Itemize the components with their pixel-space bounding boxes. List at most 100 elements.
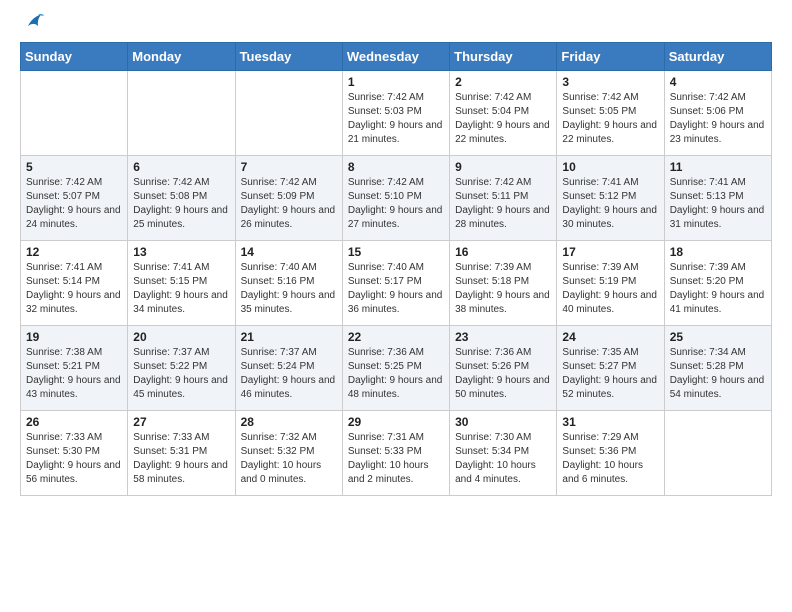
calendar-cell: 28 Sunrise: 7:32 AMSunset: 5:32 PMDayligh… <box>235 411 342 496</box>
day-info: Sunrise: 7:41 AMSunset: 5:13 PMDaylight:… <box>670 176 766 232</box>
calendar-cell: 8 Sunrise: 7:42 AMSunset: 5:10 PMDaylight… <box>342 156 449 241</box>
day-info: Sunrise: 7:38 AMSunset: 5:21 PMDaylight:… <box>26 346 122 402</box>
calendar-cell: 31 Sunrise: 7:29 AMSunset: 5:36 PMDayligh… <box>557 411 664 496</box>
day-info: Sunrise: 7:39 AMSunset: 5:18 PMDaylight:… <box>455 261 551 317</box>
day-info: Sunrise: 7:30 AMSunset: 5:34 PMDaylight:… <box>455 431 551 487</box>
day-info: Sunrise: 7:32 AMSunset: 5:32 PMDaylight:… <box>241 431 337 487</box>
day-number: 1 <box>348 75 444 89</box>
calendar-cell: 17 Sunrise: 7:39 AMSunset: 5:19 PMDayligh… <box>557 241 664 326</box>
day-info: Sunrise: 7:31 AMSunset: 5:33 PMDaylight:… <box>348 431 444 487</box>
weekday-thursday: Thursday <box>450 43 557 71</box>
calendar-cell: 3Sunrise: 7:42 AMSunset: 5:05 PMDaylight… <box>557 71 664 156</box>
day-info: Sunrise: 7:33 AMSunset: 5:31 PMDaylight:… <box>133 431 229 487</box>
day-number: 11 <box>670 160 766 174</box>
day-number: 2 <box>455 75 551 89</box>
day-info: Sunrise: 7:35 AMSunset: 5:27 PMDaylight:… <box>562 346 658 402</box>
day-info: Sunrise: 7:42 AMSunset: 5:09 PMDaylight:… <box>241 176 337 232</box>
calendar-cell: 21 Sunrise: 7:37 AMSunset: 5:24 PMDayligh… <box>235 326 342 411</box>
week-row-3: 12 Sunrise: 7:41 AMSunset: 5:14 PMDayligh… <box>21 241 772 326</box>
day-info: Sunrise: 7:41 AMSunset: 5:14 PMDaylight:… <box>26 261 122 317</box>
weekday-wednesday: Wednesday <box>342 43 449 71</box>
calendar-cell: 5 Sunrise: 7:42 AMSunset: 5:07 PMDaylight… <box>21 156 128 241</box>
calendar-cell <box>235 71 342 156</box>
weekday-monday: Monday <box>128 43 235 71</box>
day-info: Sunrise: 7:42 AMSunset: 5:06 PMDaylight:… <box>670 91 766 147</box>
day-info: Sunrise: 7:42 AMSunset: 5:11 PMDaylight:… <box>455 176 551 232</box>
calendar-cell: 30 Sunrise: 7:30 AMSunset: 5:34 PMDayligh… <box>450 411 557 496</box>
day-info: Sunrise: 7:42 AMSunset: 5:08 PMDaylight:… <box>133 176 229 232</box>
day-info: Sunrise: 7:42 AMSunset: 5:04 PMDaylight:… <box>455 91 551 147</box>
day-number: 16 <box>455 245 551 259</box>
day-info: Sunrise: 7:42 AMSunset: 5:05 PMDaylight:… <box>562 91 658 147</box>
weekday-header-row: SundayMondayTuesdayWednesdayThursdayFrid… <box>21 43 772 71</box>
calendar-cell: 10Sunrise: 7:41 AMSunset: 5:12 PMDayligh… <box>557 156 664 241</box>
week-row-1: 1Sunrise: 7:42 AMSunset: 5:03 PMDaylight… <box>21 71 772 156</box>
calendar-cell: 18Sunrise: 7:39 AMSunset: 5:20 PMDayligh… <box>664 241 771 326</box>
day-info: Sunrise: 7:41 AMSunset: 5:12 PMDaylight:… <box>562 176 658 232</box>
day-number: 4 <box>670 75 766 89</box>
calendar-cell: 14Sunrise: 7:40 AMSunset: 5:16 PMDayligh… <box>235 241 342 326</box>
day-info: Sunrise: 7:40 AMSunset: 5:17 PMDaylight:… <box>348 261 444 317</box>
logo-bird-icon <box>22 10 44 32</box>
week-row-2: 5 Sunrise: 7:42 AMSunset: 5:07 PMDaylight… <box>21 156 772 241</box>
calendar-cell: 1Sunrise: 7:42 AMSunset: 5:03 PMDaylight… <box>342 71 449 156</box>
weekday-saturday: Saturday <box>664 43 771 71</box>
calendar-cell: 16 Sunrise: 7:39 AMSunset: 5:18 PMDayligh… <box>450 241 557 326</box>
calendar-cell: 24 Sunrise: 7:35 AMSunset: 5:27 PMDayligh… <box>557 326 664 411</box>
calendar-cell: 11 Sunrise: 7:41 AMSunset: 5:13 PMDayligh… <box>664 156 771 241</box>
day-number: 25 <box>670 330 766 344</box>
weekday-friday: Friday <box>557 43 664 71</box>
day-number: 28 <box>241 415 337 429</box>
day-info: Sunrise: 7:40 AMSunset: 5:16 PMDaylight:… <box>241 261 337 317</box>
day-number: 26 <box>26 415 122 429</box>
calendar-cell: 25 Sunrise: 7:34 AMSunset: 5:28 PMDayligh… <box>664 326 771 411</box>
day-number: 30 <box>455 415 551 429</box>
day-number: 21 <box>241 330 337 344</box>
day-info: Sunrise: 7:42 AMSunset: 5:10 PMDaylight:… <box>348 176 444 232</box>
logo <box>20 10 44 34</box>
day-info: Sunrise: 7:39 AMSunset: 5:20 PMDaylight:… <box>670 261 766 317</box>
day-number: 17 <box>562 245 658 259</box>
day-info: Sunrise: 7:36 AMSunset: 5:26 PMDaylight:… <box>455 346 551 402</box>
day-number: 24 <box>562 330 658 344</box>
day-info: Sunrise: 7:41 AMSunset: 5:15 PMDaylight:… <box>133 261 229 317</box>
weekday-sunday: Sunday <box>21 43 128 71</box>
calendar-cell: 29 Sunrise: 7:31 AMSunset: 5:33 PMDayligh… <box>342 411 449 496</box>
day-info: Sunrise: 7:33 AMSunset: 5:30 PMDaylight:… <box>26 431 122 487</box>
calendar-table: SundayMondayTuesdayWednesdayThursdayFrid… <box>20 42 772 496</box>
day-number: 5 <box>26 160 122 174</box>
day-number: 27 <box>133 415 229 429</box>
day-number: 7 <box>241 160 337 174</box>
calendar-cell: 27 Sunrise: 7:33 AMSunset: 5:31 PMDayligh… <box>128 411 235 496</box>
day-info: Sunrise: 7:39 AMSunset: 5:19 PMDaylight:… <box>562 261 658 317</box>
day-info: Sunrise: 7:37 AMSunset: 5:24 PMDaylight:… <box>241 346 337 402</box>
day-number: 29 <box>348 415 444 429</box>
day-number: 12 <box>26 245 122 259</box>
day-info: Sunrise: 7:36 AMSunset: 5:25 PMDaylight:… <box>348 346 444 402</box>
week-row-4: 19 Sunrise: 7:38 AMSunset: 5:21 PMDayligh… <box>21 326 772 411</box>
calendar-cell: 9 Sunrise: 7:42 AMSunset: 5:11 PMDaylight… <box>450 156 557 241</box>
week-row-5: 26 Sunrise: 7:33 AMSunset: 5:30 PMDayligh… <box>21 411 772 496</box>
day-info: Sunrise: 7:37 AMSunset: 5:22 PMDaylight:… <box>133 346 229 402</box>
day-number: 23 <box>455 330 551 344</box>
day-number: 9 <box>455 160 551 174</box>
calendar-cell: 6Sunrise: 7:42 AMSunset: 5:08 PMDaylight… <box>128 156 235 241</box>
page: SundayMondayTuesdayWednesdayThursdayFrid… <box>0 0 792 516</box>
day-info: Sunrise: 7:34 AMSunset: 5:28 PMDaylight:… <box>670 346 766 402</box>
day-number: 19 <box>26 330 122 344</box>
calendar-cell: 12 Sunrise: 7:41 AMSunset: 5:14 PMDayligh… <box>21 241 128 326</box>
day-info: Sunrise: 7:42 AMSunset: 5:07 PMDaylight:… <box>26 176 122 232</box>
calendar-cell <box>664 411 771 496</box>
calendar-cell: 23 Sunrise: 7:36 AMSunset: 5:26 PMDayligh… <box>450 326 557 411</box>
day-info: Sunrise: 7:29 AMSunset: 5:36 PMDaylight:… <box>562 431 658 487</box>
calendar-cell: 2 Sunrise: 7:42 AMSunset: 5:04 PMDaylight… <box>450 71 557 156</box>
calendar-cell <box>128 71 235 156</box>
day-number: 13 <box>133 245 229 259</box>
weekday-tuesday: Tuesday <box>235 43 342 71</box>
calendar-cell <box>21 71 128 156</box>
header <box>20 10 772 34</box>
day-number: 31 <box>562 415 658 429</box>
calendar-cell: 19 Sunrise: 7:38 AMSunset: 5:21 PMDayligh… <box>21 326 128 411</box>
calendar-cell: 13 Sunrise: 7:41 AMSunset: 5:15 PMDayligh… <box>128 241 235 326</box>
day-number: 8 <box>348 160 444 174</box>
